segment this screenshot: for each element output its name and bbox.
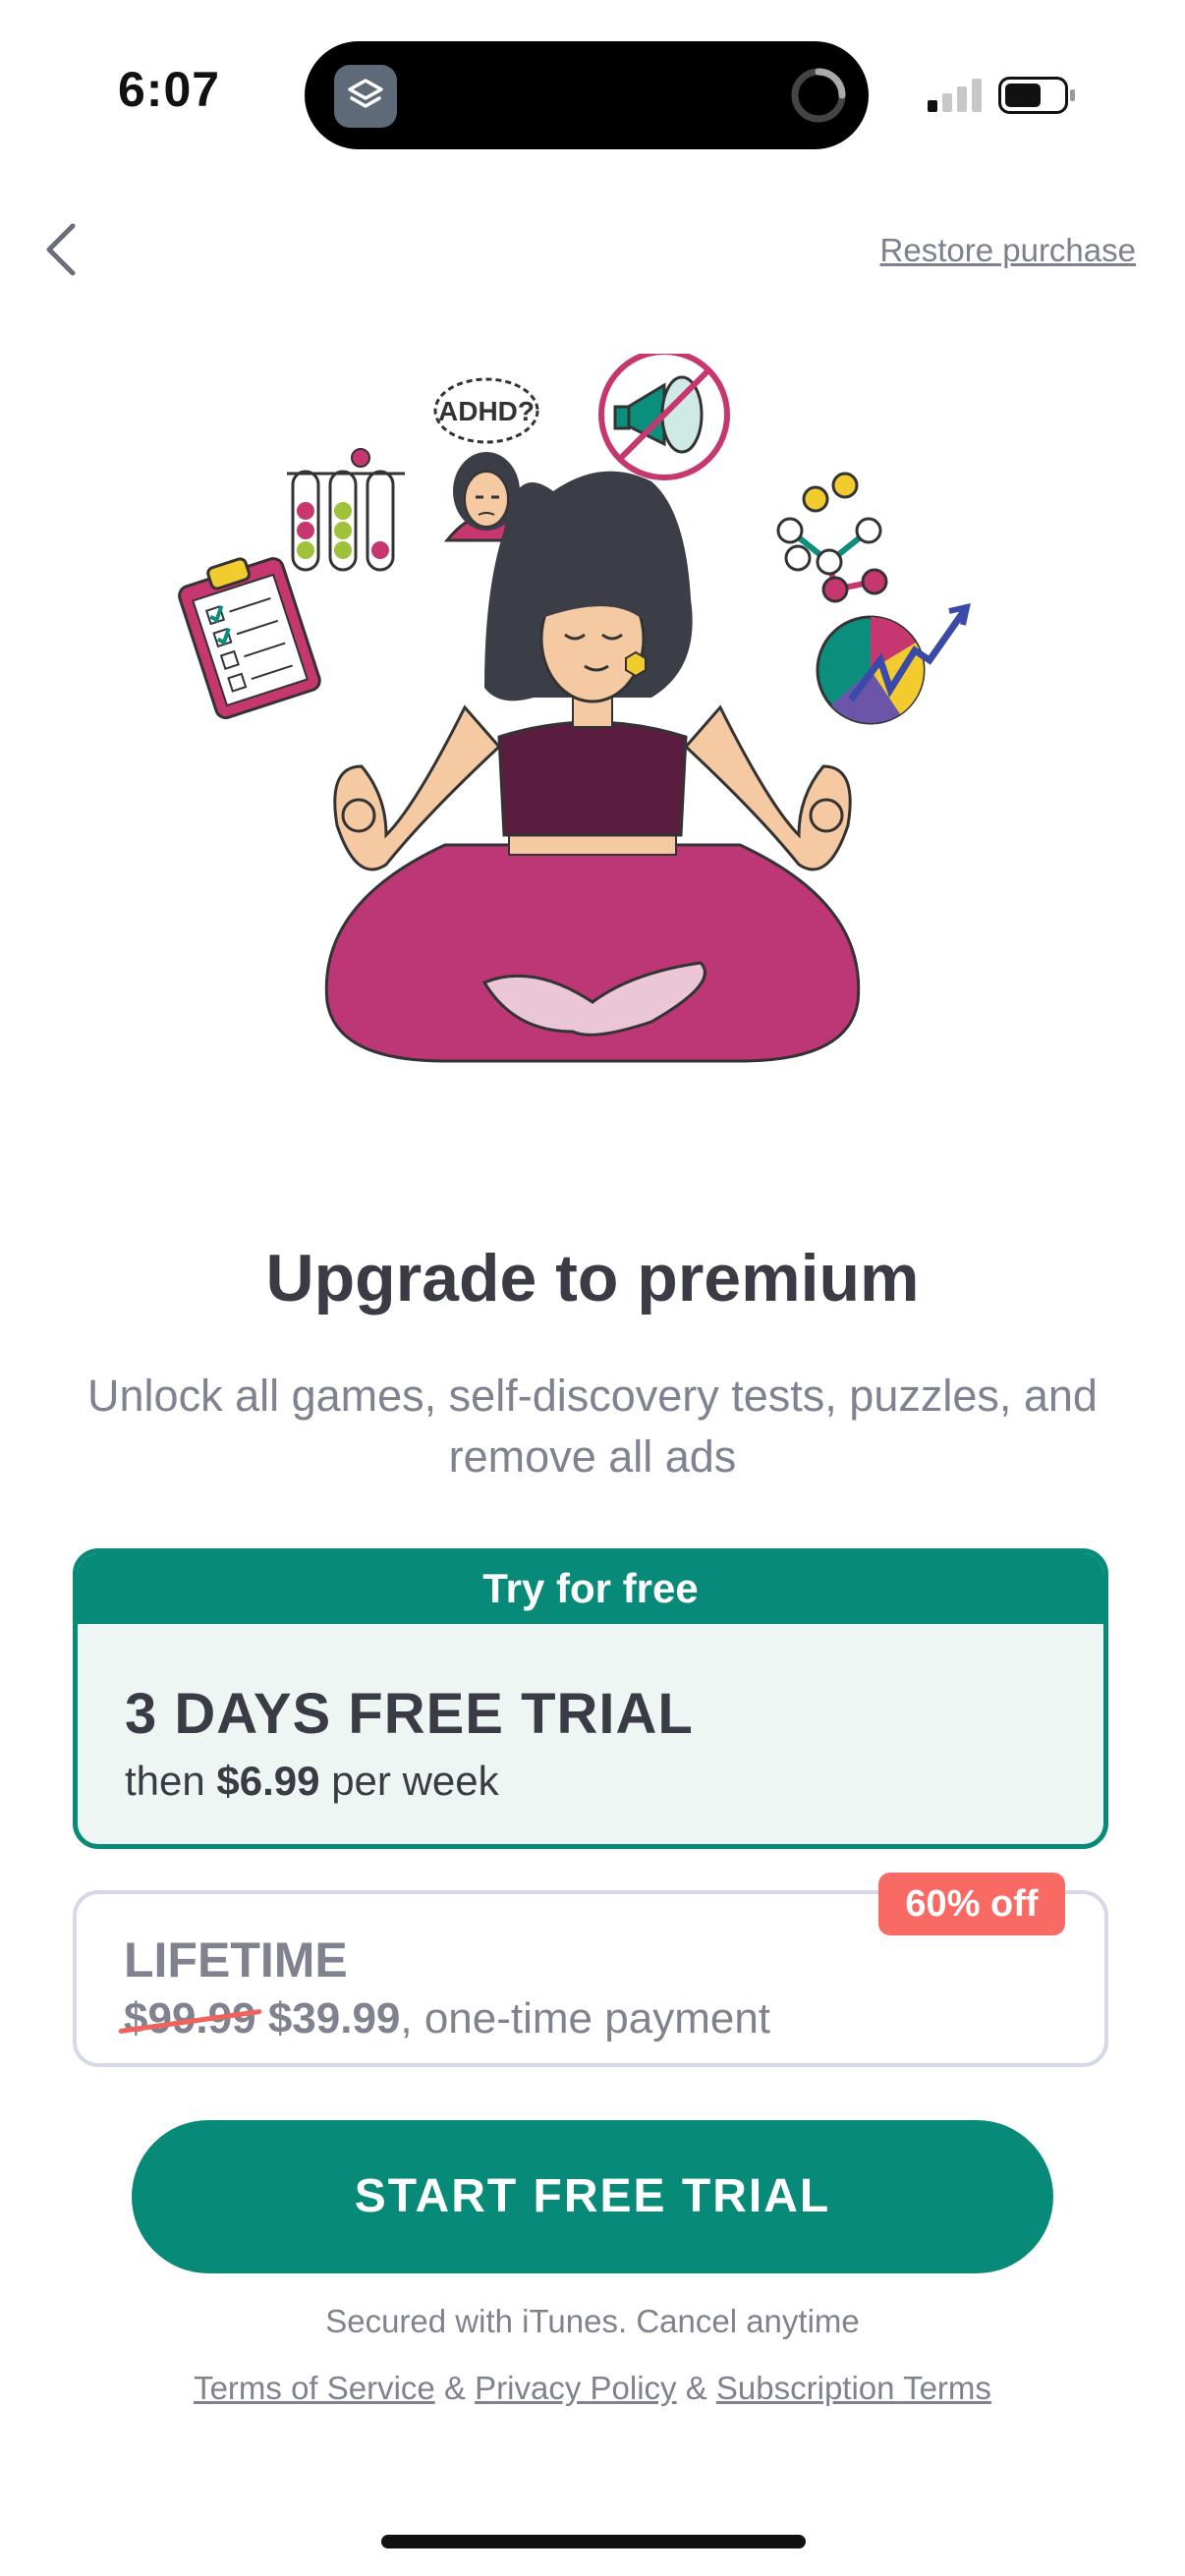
discount-badge: 60% off — [878, 1873, 1065, 1935]
plan-card-free-trial[interactable]: Try for free 3 DAYS FREE TRIAL then $6.9… — [73, 1548, 1108, 1849]
legal-links: Terms of Service & Privacy Policy & Subs… — [0, 2370, 1185, 2407]
plan-price-line: then $6.99 per week — [125, 1758, 499, 1805]
separator: & — [685, 2370, 707, 2406]
checklist-icon — [178, 557, 321, 720]
connect-dots-icon — [776, 472, 888, 603]
app-stack-icon — [334, 65, 397, 128]
privacy-policy-link[interactable]: Privacy Policy — [475, 2370, 676, 2406]
restore-purchase-link[interactable]: Restore purchase — [880, 232, 1136, 269]
terms-of-service-link[interactable]: Terms of Service — [194, 2370, 435, 2406]
page-title: Upgrade to premium — [265, 1241, 920, 1316]
start-free-trial-button[interactable]: START FREE TRIAL — [132, 2120, 1053, 2273]
plan-price-line: $99.99 $39.99, one-time payment — [124, 1994, 770, 2044]
status-time: 6:07 — [118, 62, 221, 117]
subscription-terms-link[interactable]: Subscription Terms — [716, 2370, 991, 2406]
cellular-signal-icon — [928, 79, 982, 112]
plan-price: $39.99 — [267, 1994, 401, 2043]
meditation-illustration: ADHD? — [178, 354, 971, 1063]
home-indicator[interactable] — [381, 2535, 806, 2548]
no-ads-icon — [598, 354, 730, 480]
plan-name: 3 DAYS FREE TRIAL — [125, 1682, 694, 1746]
secured-note: Secured with iTunes. Cancel anytime — [325, 2303, 860, 2339]
then-label: then — [125, 1758, 205, 1804]
pie-chart-growth-icon — [816, 603, 971, 725]
battery-icon — [998, 77, 1075, 114]
plan-card-header: Try for free — [78, 1553, 1103, 1624]
plan-price: $6.99 — [216, 1758, 320, 1804]
adhd-label: ADHD? — [438, 396, 535, 426]
dynamic-island — [305, 41, 869, 149]
back-chevron-icon[interactable] — [39, 220, 83, 279]
activity-spinner-icon — [791, 68, 846, 123]
page-subtitle: Unlock all games, self-discovery tests, … — [87, 1371, 1098, 1482]
plan-name: LIFETIME — [124, 1932, 348, 1988]
test-tubes-icon — [287, 448, 405, 572]
old-price: $99.99 — [124, 1994, 256, 2043]
plan-price-suffix: , one-time payment — [400, 1994, 771, 2043]
plan-period: per week — [331, 1758, 499, 1804]
meditating-woman — [324, 471, 861, 1063]
separator: & — [443, 2370, 466, 2406]
